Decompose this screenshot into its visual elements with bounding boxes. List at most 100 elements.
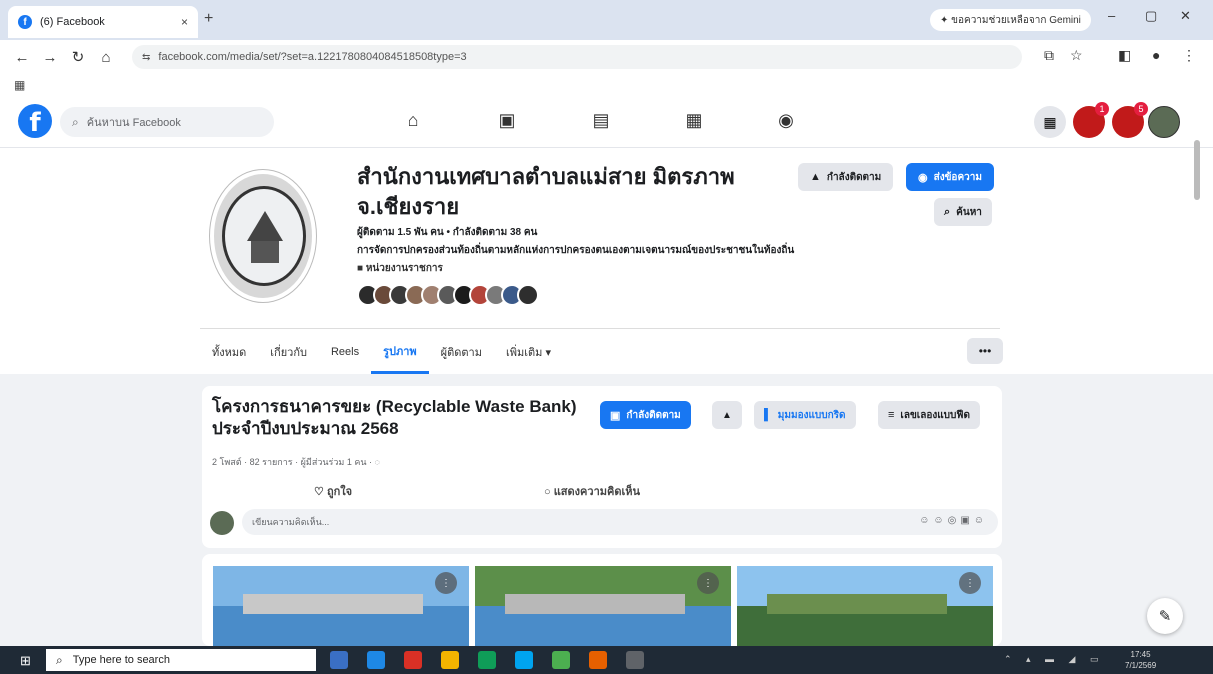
tab-close-icon[interactable]: ×: [181, 15, 188, 29]
browser-tabstrip: f (6) Facebook × + ✦ ขอความช่วยเหลือจาก …: [0, 0, 1213, 40]
profile-icon[interactable]: ●: [1152, 47, 1160, 63]
taskbar-app-icon[interactable]: [330, 651, 348, 669]
header-divider: [200, 328, 1000, 329]
gaming-nav-icon[interactable]: ◉: [773, 110, 799, 134]
facebook-search-input[interactable]: ⌕ ค้นหาบน Facebook: [60, 107, 274, 137]
menu-grid-button[interactable]: ▦: [1034, 106, 1066, 138]
forward-button[interactable]: →: [36, 49, 64, 66]
marketplace-nav-icon[interactable]: ▤: [588, 110, 614, 134]
photo-grid: ⋮ ⋮ ⋮: [202, 554, 1002, 646]
message-label: ส่งข้อความ: [933, 171, 982, 183]
clock-time: 17:45: [1130, 650, 1151, 659]
facebook-logo-icon[interactable]: f: [18, 104, 52, 138]
reload-button[interactable]: ↻: [64, 48, 92, 66]
home-nav-icon[interactable]: ⌂: [400, 110, 426, 134]
back-button[interactable]: ←: [8, 49, 36, 66]
side-panel-icon[interactable]: ◧: [1118, 47, 1131, 64]
tab-0[interactable]: ทั้งหมด: [200, 330, 258, 374]
page-profile-picture[interactable]: [210, 170, 316, 302]
tab-2[interactable]: Reels: [319, 330, 371, 374]
comment-button[interactable]: ○ แสดงความคิดเห็น: [544, 482, 640, 500]
taskbar-app-icon[interactable]: [367, 651, 385, 669]
bookmark-star-icon[interactable]: ☆: [1070, 47, 1083, 64]
album-notify-button[interactable]: ▲: [712, 401, 742, 429]
photo-options-icon[interactable]: ⋮: [435, 572, 457, 594]
following-label: กำลังติดตาม: [826, 171, 882, 183]
taskbar-search-placeholder: Type here to search: [72, 654, 170, 666]
taskbar-search-input[interactable]: ⌕ Type here to search: [46, 649, 316, 671]
page-scrollbar[interactable]: [1194, 140, 1200, 200]
follower-count[interactable]: ผู้ติดตาม 1.5 พัน คน • กำลังติดตาม 38 คน: [357, 225, 537, 240]
photo-options-icon[interactable]: ⋮: [697, 572, 719, 594]
taskbar-app-icon[interactable]: [515, 651, 533, 669]
album-photo[interactable]: ⋮: [213, 566, 469, 646]
messenger-button[interactable]: 1: [1073, 102, 1109, 138]
page-tabs: ทั้งหมด เกี่ยวกับ Reels รูปภาพ ผู้ติดตาม เพิ่…: [200, 330, 563, 374]
grid-view-button[interactable]: ▌ มุมมองแบบกริด: [754, 401, 856, 429]
messenger-icon: ◉: [918, 171, 928, 184]
gemini-assist-button[interactable]: ✦ ขอความช่วยเหลือจาก Gemini: [930, 9, 1091, 31]
account-avatar[interactable]: [1148, 106, 1180, 138]
store-nav-icon[interactable]: ▦: [681, 110, 707, 134]
commenter-avatar: [210, 511, 234, 535]
tab-5[interactable]: เพิ่มเติม ▾: [494, 330, 563, 374]
taskbar-app-icon[interactable]: [552, 651, 570, 669]
search-icon: ⌕: [56, 652, 63, 667]
album-following-label: กำลังติดตาม: [626, 409, 681, 421]
address-bar[interactable]: ⇆ facebook.com/media/set/?set=a.12217808…: [132, 45, 1022, 69]
new-message-button[interactable]: ✎: [1147, 598, 1183, 634]
album-following-button[interactable]: ▣ กำลังติดตาม: [600, 401, 691, 429]
taskbar-app-icon[interactable]: [626, 651, 644, 669]
browser-tab[interactable]: f (6) Facebook ×: [8, 6, 198, 38]
follower-avatars[interactable]: [357, 284, 539, 306]
cast-icon[interactable]: ⧉: [1044, 47, 1054, 64]
taskbar-app-icon[interactable]: [589, 651, 607, 669]
like-button[interactable]: ♡ ถูกใจ: [314, 482, 352, 500]
municipal-seal-logo: [222, 186, 306, 286]
minimize-button[interactable]: –: [1108, 8, 1115, 23]
taskbar-clock[interactable]: 17:45 7/1/2569: [1125, 649, 1156, 671]
messenger-badge: 1: [1095, 102, 1109, 116]
following-icon: ▲: [810, 171, 821, 183]
album-photo[interactable]: ⋮: [737, 566, 993, 646]
browser-toolbar: ← → ↻ ⌂ ⇆ facebook.com/media/set/?set=a.…: [0, 40, 1213, 74]
tab-4[interactable]: ผู้ติดตาม: [429, 330, 494, 374]
more-options-button[interactable]: •••: [967, 338, 1003, 364]
feed-view-button[interactable]: ≡ เลขเลองแบบฟีด: [878, 401, 980, 429]
album-meta: 2 โพสต์ · 82 รายการ · ผู้มีส่วนร่วม 1 คน…: [212, 457, 380, 467]
tab-3[interactable]: รูปภาพ: [371, 330, 429, 374]
send-message-button[interactable]: ◉ ส่งข้อความ: [906, 163, 994, 191]
browser-menu-icon[interactable]: ⋮: [1182, 47, 1196, 64]
facebook-topbar: f ⌕ ค้นหาบน Facebook ⌂ ▣ ▤ ▦ ◉ ▦ 1 5: [0, 98, 1213, 148]
search-icon: ⌕: [72, 114, 79, 129]
facebook-favicon-icon: f: [18, 15, 32, 29]
new-tab-button[interactable]: +: [204, 10, 213, 28]
list-icon: ≡: [888, 409, 895, 421]
windows-start-icon[interactable]: ⊞: [20, 653, 31, 669]
following-button[interactable]: ▲ กำลังติดตาม: [798, 163, 894, 191]
page-search-button[interactable]: ⌕ ค้นหา: [934, 198, 992, 226]
taskbar-app-icon[interactable]: [404, 651, 422, 669]
comment-tools-icons[interactable]: ☺☺◎▣☺: [919, 515, 988, 526]
taskbar-app-icon[interactable]: [478, 651, 496, 669]
home-button[interactable]: ⌂: [92, 49, 120, 66]
tab-title: (6) Facebook: [40, 16, 105, 28]
album-photo[interactable]: ⋮: [475, 566, 731, 646]
clock-date: 7/1/2569: [1125, 661, 1157, 670]
notifications-button[interactable]: 5: [1112, 102, 1148, 138]
tab-1[interactable]: เกี่ยวกับ: [258, 330, 319, 374]
video-nav-icon[interactable]: ▣: [494, 110, 520, 134]
maximize-button[interactable]: ▢: [1145, 8, 1157, 24]
page-title[interactable]: สำนักงานเทศบาลตำบลแม่สาย มิตรภาพ จ.เชียง…: [357, 162, 737, 222]
grid-view-label: มุมมองแบบกริด: [777, 409, 846, 421]
taskbar-app-icon[interactable]: [441, 651, 459, 669]
photo-options-icon[interactable]: ⋮: [959, 572, 981, 594]
window-close-button[interactable]: ✕: [1180, 8, 1191, 24]
page-category: ■ หน่วยงานราชการ: [357, 263, 443, 274]
follower-avatar[interactable]: [517, 284, 539, 306]
comment-input[interactable]: เขียนความคิดเห็น... ☺☺◎▣☺: [242, 509, 998, 535]
url-text: facebook.com/media/set/?set=a.1221780804…: [158, 51, 467, 63]
system-tray-icons[interactable]: ⌃ ▴ ▬ ◢ ▭: [1004, 654, 1105, 665]
site-info-icon[interactable]: ⇆: [142, 52, 150, 63]
apps-icon[interactable]: ▦: [14, 78, 25, 92]
